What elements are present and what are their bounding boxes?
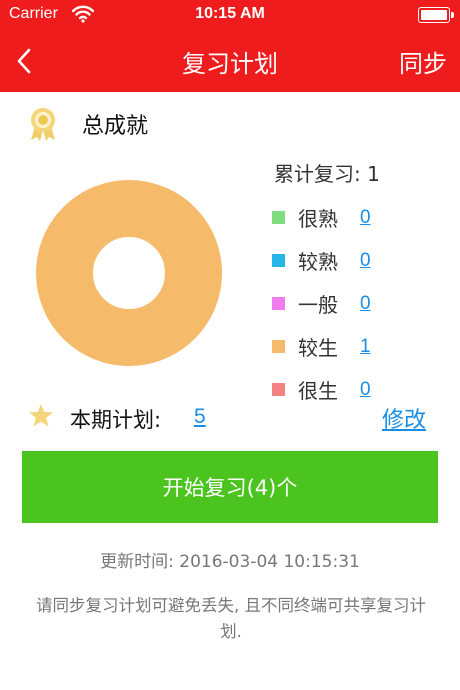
star-icon <box>29 404 53 427</box>
sync-button[interactable]: 同步 <box>399 44 447 79</box>
total-review-count: 累计复习: 1 <box>274 162 380 186</box>
battery-icon <box>418 7 454 23</box>
plan-label: 本期计划: <box>70 408 162 432</box>
donut-segment <box>36 180 222 366</box>
legend-label: 较熟 <box>298 250 338 274</box>
legend-item-average: 一般 0 <box>272 282 371 325</box>
legend-color-swatch <box>272 211 285 224</box>
legend-count-link[interactable]: 0 <box>360 250 371 272</box>
status-bar: Carrier 10:15 AM <box>0 0 460 30</box>
legend-count-link[interactable]: 0 <box>360 379 371 401</box>
legend-color-swatch <box>272 297 285 310</box>
status-time: 10:15 AM <box>195 5 265 22</box>
medal-icon <box>31 108 55 141</box>
familiarity-donut-chart <box>36 180 222 366</box>
navigation-bar: 复习计划 同步 <box>0 30 460 92</box>
page-title: 复习计划 <box>182 50 278 78</box>
legend-item-unfamiliar: 较生 1 <box>272 325 371 368</box>
achievement-header: 总成就 <box>26 106 148 142</box>
legend-item-familiar: 较熟 0 <box>272 239 371 282</box>
legend-item-very-familiar: 很熟 0 <box>272 196 371 239</box>
legend-count-link[interactable]: 1 <box>360 336 371 358</box>
familiarity-legend: 很熟 0 较熟 0 一般 0 较生 1 很生 0 <box>272 196 371 411</box>
start-review-button[interactable]: 开始复习(4)个 <box>22 451 438 523</box>
legend-color-swatch <box>272 254 285 267</box>
last-updated-text: 更新时间: 2016-03-04 10:15:31 <box>100 552 360 572</box>
legend-label: 较生 <box>298 336 338 360</box>
legend-count-link[interactable]: 0 <box>360 207 371 229</box>
legend-label: 一般 <box>298 293 338 317</box>
achievement-title: 总成就 <box>82 114 149 139</box>
edit-plan-link[interactable]: 修改 <box>382 402 426 434</box>
plan-count-link[interactable]: 5 <box>194 405 206 429</box>
sync-hint-text: 请同步复习计划可避免丢失, 且不同终端可共享复习计划. <box>36 596 426 641</box>
legend-color-swatch <box>272 383 285 396</box>
legend-count-link[interactable]: 0 <box>360 293 371 315</box>
current-plan-row: 本期计划: 5 修改 <box>28 400 432 434</box>
legend-color-swatch <box>272 340 285 353</box>
legend-label: 很熟 <box>298 207 338 231</box>
